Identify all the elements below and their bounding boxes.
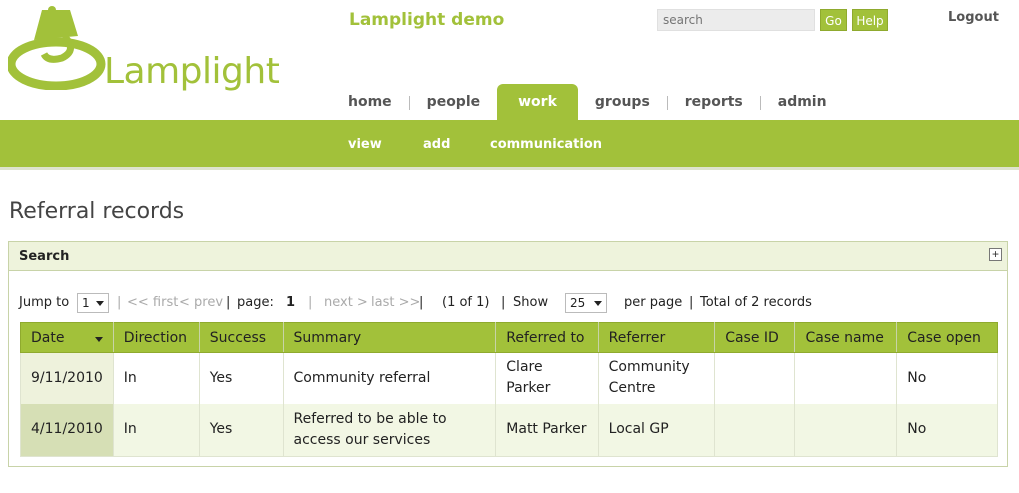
sub-nav: view add communication [0, 120, 1019, 170]
last-page-link[interactable]: last >> [371, 295, 420, 310]
jump-to-select[interactable]: 1 [77, 293, 109, 313]
show-per-page-select[interactable]: 25 [565, 293, 607, 313]
help-button[interactable]: Help [852, 9, 888, 31]
cell-success: Yes [198, 352, 284, 404]
col-summary[interactable]: Summary [283, 322, 497, 353]
total-records: Total of 2 records [700, 295, 812, 310]
search-panel-label: Search [19, 249, 70, 264]
next-page-link[interactable]: next > [324, 295, 368, 310]
col-case-name[interactable]: Case name [794, 322, 898, 353]
table-row[interactable]: 9/11/2010 In Yes Community referral Clar… [20, 352, 998, 404]
pager-divider: | [308, 295, 313, 310]
go-button[interactable]: Go [820, 9, 847, 31]
cell-summary: Referred to be able to access our servic… [282, 403, 497, 457]
col-direction[interactable]: Direction [113, 322, 200, 353]
cell-referred-to: Matt Parker [495, 403, 599, 457]
cell-direction: In [112, 403, 200, 457]
first-page-link[interactable]: << first [127, 295, 178, 310]
logo-text: Lamplight [104, 51, 280, 92]
logout-link[interactable]: Logout [948, 10, 999, 25]
col-referrer[interactable]: Referrer [598, 322, 716, 353]
cell-case-name [794, 403, 898, 457]
subnav-add[interactable]: add [423, 137, 450, 152]
main-nav: home people work groups reports admin [331, 84, 844, 120]
per-page-label: per page [624, 295, 683, 310]
lamp-icon [8, 6, 106, 90]
jump-to-value: 1 [82, 296, 90, 310]
cell-referred-to: Clare Parker [495, 352, 599, 404]
col-case-open[interactable]: Case open [896, 322, 998, 353]
table-row[interactable]: 4/11/2010 In Yes Referred to be able to … [20, 403, 998, 457]
subnav-view[interactable]: view [348, 137, 382, 152]
page-label: page: [237, 295, 274, 310]
chevron-down-icon [96, 301, 104, 306]
cell-case-open: No [896, 352, 998, 404]
cell-date: 9/11/2010 [20, 352, 114, 404]
pager-divider: | [419, 295, 424, 310]
pager-divider: | [501, 295, 506, 310]
pager-divider: | [117, 295, 122, 310]
nav-work[interactable]: work [497, 84, 578, 120]
subnav-communication[interactable]: communication [490, 137, 602, 152]
col-date[interactable]: Date [20, 322, 114, 353]
col-success[interactable]: Success [199, 322, 284, 353]
pager-divider: | [226, 295, 231, 310]
referral-table: Date Direction Success Summary Referred … [20, 322, 998, 457]
show-label: Show [513, 295, 549, 310]
site-title: Lamplight demo [349, 10, 505, 30]
nav-groups[interactable]: groups [578, 84, 667, 120]
nav-reports[interactable]: reports [668, 84, 760, 120]
table-header-row: Date Direction Success Summary Referred … [20, 322, 998, 353]
cell-case-name [794, 352, 898, 404]
nav-admin[interactable]: admin [761, 84, 844, 120]
pager-divider: | [689, 295, 694, 310]
cell-success: Yes [198, 403, 284, 457]
col-case-id[interactable]: Case ID [714, 322, 796, 353]
col-referred-to[interactable]: Referred to [495, 322, 599, 353]
lamplight-logo[interactable]: Lamplight [8, 6, 280, 92]
cell-date: 4/11/2010 [20, 403, 114, 457]
search-panel[interactable]: Search + [8, 241, 1008, 271]
nav-people[interactable]: people [410, 84, 497, 120]
cell-referrer: Local GP [597, 403, 716, 457]
prev-page-link[interactable]: < prev [179, 295, 223, 310]
search-input[interactable] [657, 9, 815, 31]
cell-case-id [714, 352, 796, 404]
page-title: Referral records [9, 199, 185, 224]
chevron-down-icon [594, 301, 602, 306]
current-page: 1 [286, 295, 296, 310]
col-date-label: Date [31, 329, 65, 346]
expand-plus-icon[interactable]: + [989, 248, 1002, 261]
cell-case-id [714, 403, 796, 457]
sort-down-icon [94, 336, 103, 342]
jump-to-label: Jump to [19, 295, 70, 310]
cell-referrer: Community Centre [597, 352, 716, 404]
nav-home[interactable]: home [331, 84, 409, 120]
cell-direction: In [112, 352, 200, 404]
show-per-page-value: 25 [570, 296, 586, 310]
page-count: (1 of 1) [442, 295, 490, 310]
cell-case-open: No [896, 403, 998, 457]
cell-summary: Community referral [282, 352, 497, 404]
